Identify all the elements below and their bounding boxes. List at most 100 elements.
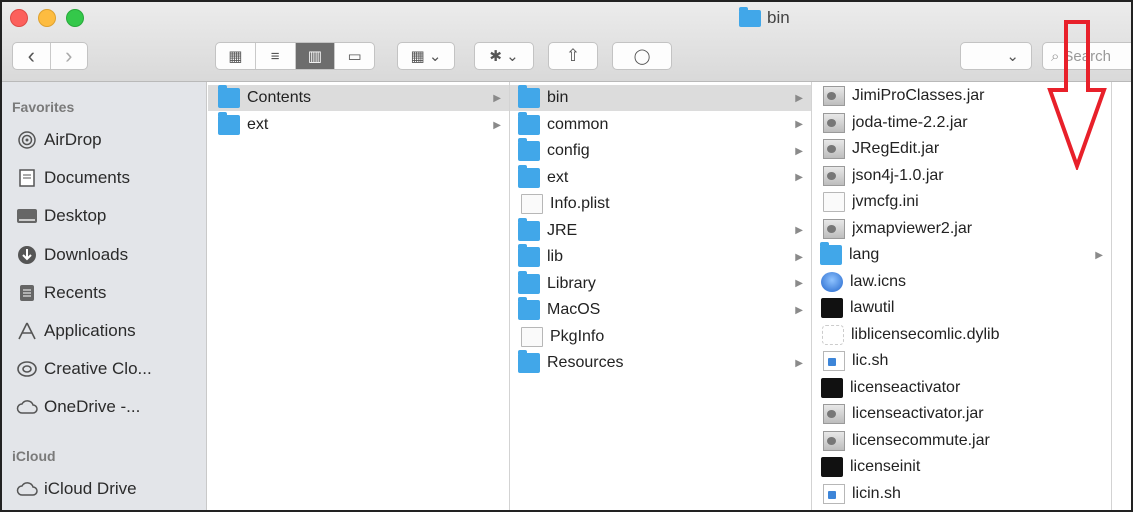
file-row[interactable]: ext ▶ bbox=[208, 112, 509, 138]
folder-icon bbox=[518, 217, 540, 241]
file-row[interactable]: lawutil bbox=[812, 295, 1111, 321]
file-row[interactable]: licin.sh bbox=[812, 481, 1111, 507]
folder-icon bbox=[518, 270, 540, 294]
jar-file-icon bbox=[823, 86, 845, 106]
gallery-view-button[interactable]: ▭ bbox=[335, 43, 374, 69]
column-view-button[interactable]: ▥ bbox=[295, 43, 336, 69]
list-view-icon: ≡ bbox=[270, 47, 280, 65]
sidebar-item-documents[interactable]: Documents bbox=[16, 165, 130, 191]
sidebar-item-airdrop[interactable]: AirDrop bbox=[16, 127, 102, 153]
column-contents: Contents ▶ ext ▶ bbox=[208, 82, 510, 510]
disclosure-chevron-icon: ▶ bbox=[493, 92, 501, 104]
sidebar-item-label: OneDrive -... bbox=[44, 397, 141, 416]
file-row[interactable]: licensecommute.jar bbox=[812, 428, 1111, 454]
sidebar-item-label: AirDrop bbox=[44, 130, 102, 149]
sidebar-item-downloads[interactable]: Downloads bbox=[16, 242, 128, 268]
share-button[interactable]: ⇧ bbox=[548, 42, 598, 70]
annotation-arrow-shape bbox=[1047, 20, 1107, 170]
document-icon bbox=[823, 192, 845, 212]
disclosure-chevron-icon: ▶ bbox=[795, 92, 803, 104]
airdrop-icon bbox=[16, 129, 38, 151]
zoom-window-button[interactable] bbox=[66, 9, 84, 27]
file-row[interactable]: MacOS ▶ bbox=[510, 297, 811, 323]
cloud-icon bbox=[16, 396, 38, 418]
file-row[interactable]: jvmcfg.ini bbox=[812, 189, 1111, 215]
folder-icon bbox=[518, 297, 540, 320]
file-name: licenseactivator.jar bbox=[852, 405, 984, 422]
folder-icon bbox=[820, 242, 842, 265]
file-row[interactable]: lic.sh bbox=[812, 348, 1111, 374]
window-title-label: bin bbox=[767, 8, 790, 27]
path-dropdown[interactable]: ⌄ bbox=[960, 42, 1032, 70]
column-bin-parent: bin ▶ common ▶ config ▶ ext ▶ Info.plist JRE ▶ lib ▶… bbox=[510, 82, 812, 510]
file-name: ext bbox=[247, 116, 269, 133]
file-row[interactable]: licenseactivator.jar bbox=[812, 401, 1111, 427]
file-name: Info.plist bbox=[550, 195, 610, 212]
sidebar-item-icloud-drive[interactable]: iCloud Drive bbox=[16, 476, 137, 502]
file-row[interactable]: lang ▶ bbox=[812, 242, 1111, 268]
disclosure-chevron-icon: ▶ bbox=[795, 119, 803, 130]
file-name: config bbox=[547, 142, 590, 159]
file-row[interactable]: JRE ▶ bbox=[510, 217, 811, 244]
gallery-view-icon: ▭ bbox=[347, 48, 362, 65]
finder-window: bin ‹ › ▦ ≡ ▥ ▭ ▦ ⌄ ✱ ⌄ ⇧ ◯ ⌄ ⌕ Search F… bbox=[0, 0, 1133, 512]
file-name: lawutil bbox=[850, 299, 895, 316]
sidebar-item-creative-clo[interactable]: Creative Clo... bbox=[16, 356, 152, 382]
file-row[interactable]: ext ▶ bbox=[510, 164, 811, 191]
annotation-arrow-icon bbox=[1047, 20, 1107, 170]
column-view-icon: ▥ bbox=[307, 48, 322, 65]
sidebar-item-label: Documents bbox=[44, 168, 130, 187]
file-row[interactable]: licenseactivator bbox=[812, 375, 1111, 401]
folder-icon bbox=[218, 112, 240, 135]
sidebar-item-desktop[interactable]: Desktop bbox=[16, 203, 106, 229]
sidebar-item-onedrive[interactable]: OneDrive -... bbox=[16, 394, 140, 420]
file-row[interactable]: Library ▶ bbox=[510, 270, 811, 297]
forward-button[interactable]: › bbox=[51, 43, 88, 69]
jar-file-icon bbox=[823, 404, 845, 424]
file-row[interactable]: config ▶ bbox=[510, 138, 811, 164]
folder-icon bbox=[518, 85, 540, 108]
file-name: lib bbox=[547, 248, 564, 265]
file-row[interactable]: Contents ▶ bbox=[208, 85, 509, 111]
file-row[interactable]: licenseinit bbox=[812, 454, 1111, 480]
file-row[interactable]: Resources ▶ bbox=[510, 350, 811, 376]
file-row[interactable]: bin ▶ bbox=[510, 85, 811, 111]
disclosure-chevron-icon: ▶ bbox=[795, 251, 803, 263]
disclosure-chevron-icon: ▶ bbox=[795, 278, 803, 289]
file-name: Library bbox=[547, 274, 596, 292]
tag-button[interactable]: ◯ bbox=[612, 42, 672, 70]
file-name: MacOS bbox=[547, 301, 601, 318]
close-window-button[interactable] bbox=[10, 9, 28, 27]
file-name: bin bbox=[547, 89, 569, 106]
shell-script-icon bbox=[823, 351, 845, 371]
list-view-button[interactable]: ≡ bbox=[256, 43, 296, 69]
file-name: licenseinit bbox=[850, 458, 921, 475]
folder-icon bbox=[518, 244, 540, 267]
file-row[interactable]: liblicensecomlic.dylib bbox=[812, 322, 1111, 348]
action-dropdown[interactable]: ✱ ⌄ bbox=[474, 42, 534, 70]
executable-icon bbox=[821, 457, 843, 477]
sidebar-item-recents[interactable]: Recents bbox=[16, 280, 106, 306]
sidebar-item-applications[interactable]: Applications bbox=[16, 318, 136, 344]
icloud-header: iCloud bbox=[12, 448, 56, 464]
disclosure-chevron-icon: ▶ bbox=[795, 304, 803, 316]
view-switcher: ▦ ≡ ▥ ▭ bbox=[215, 42, 375, 70]
jar-file-icon bbox=[823, 430, 845, 451]
executable-icon bbox=[821, 377, 843, 398]
file-row[interactable]: PkgInfo bbox=[510, 324, 811, 350]
icns-file-icon bbox=[821, 271, 843, 292]
group-dropdown[interactable]: ▦ ⌄ bbox=[397, 42, 455, 70]
back-button[interactable]: ‹ bbox=[13, 43, 51, 69]
jar-file-icon bbox=[823, 218, 845, 239]
file-row[interactable]: common ▶ bbox=[510, 111, 811, 138]
executable-icon bbox=[821, 298, 843, 318]
file-row[interactable]: law.icns bbox=[812, 269, 1111, 295]
file-row[interactable]: lib ▶ bbox=[510, 244, 811, 270]
file-row[interactable]: Info.plist bbox=[510, 191, 811, 217]
jar-file-icon bbox=[823, 165, 845, 186]
file-row[interactable]: jxmapviewer2.jar bbox=[812, 216, 1111, 242]
recents-icon bbox=[16, 282, 38, 304]
minimize-window-button[interactable] bbox=[38, 9, 56, 27]
icon-view-button[interactable]: ▦ bbox=[216, 43, 256, 69]
folder-icon bbox=[518, 111, 540, 135]
